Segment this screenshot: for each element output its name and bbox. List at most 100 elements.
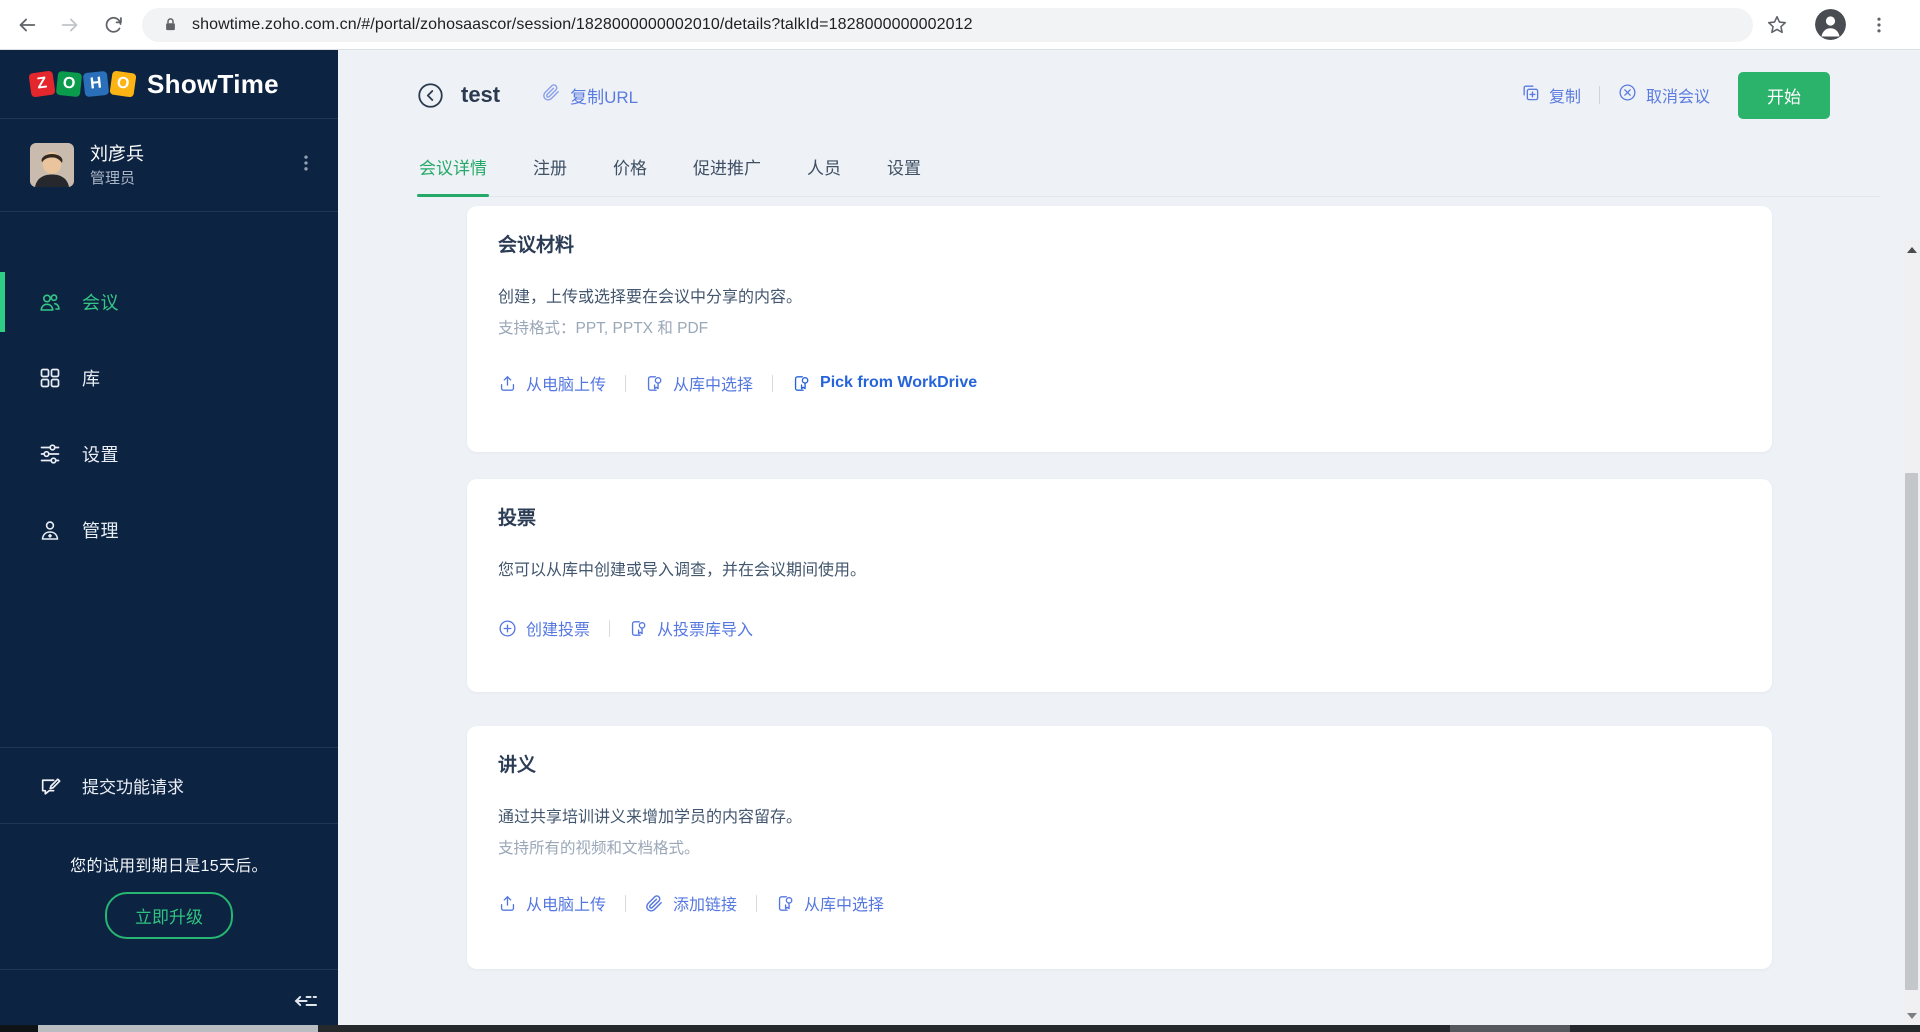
session-title: test: [461, 82, 501, 107]
divider: [1598, 86, 1600, 104]
copy-url-link[interactable]: 复制URL: [542, 83, 638, 108]
brand-logo[interactable]: Z O H O ShowTime: [0, 50, 338, 118]
cancel-session-button[interactable]: 取消会议: [1618, 83, 1710, 107]
plus-circle-icon: [498, 619, 517, 638]
sidebar-item-label: 管理: [82, 521, 119, 541]
sidebar-item-settings[interactable]: 设置: [0, 416, 338, 492]
card-title: 投票: [498, 508, 537, 529]
library-pick-icon: [645, 374, 664, 393]
card-actions: 从电脑上传 从库中选择 Pick from WorkDrive: [498, 371, 1732, 395]
upgrade-button[interactable]: 立即升级: [105, 892, 233, 939]
horizontal-scrollbar-segment: [1450, 1025, 1570, 1032]
duplicate-label: 复制: [1548, 89, 1581, 106]
horizontal-scrollbar[interactable]: [0, 1025, 1920, 1032]
sidebar-item-meetings[interactable]: 会议: [0, 264, 338, 340]
tab-session-details[interactable]: 会议详情: [417, 144, 489, 197]
session-tabs: 会议详情 注册 价格 促进推广 人员 设置: [417, 144, 1880, 197]
card-title: 讲义: [498, 755, 537, 776]
card-description: 通过共享培训讲义来增加学员的内容留存。: [498, 809, 803, 826]
library-grid-icon: [38, 366, 62, 390]
user-avatar: [30, 143, 74, 187]
pick-from-workdrive-link[interactable]: Pick from WorkDrive: [792, 374, 977, 393]
zoho-block-o2: O: [109, 70, 137, 98]
tab-people[interactable]: 人员: [805, 144, 843, 196]
horizontal-scrollbar-thumb[interactable]: [38, 1025, 318, 1032]
screen: showtime.zoho.com.cn/#/portal/zohosaasco…: [0, 0, 1920, 1032]
zoho-logo-icon: Z O H O: [28, 70, 137, 98]
start-button[interactable]: 开始: [1738, 71, 1830, 119]
vertical-scrollbar[interactable]: [1903, 240, 1920, 1026]
sidebar-nav: 会议 库 设置 管理: [0, 212, 338, 568]
copy-url-label: 复制URL: [570, 87, 639, 107]
trial-expiry-text: 您的试用到期日是15天后。: [70, 858, 268, 875]
link-label: Pick from WorkDrive: [820, 374, 978, 391]
upload-icon: [498, 894, 517, 913]
library-pick-icon: [776, 894, 795, 913]
paperclip-icon: [542, 83, 561, 107]
upload-from-computer-link[interactable]: 从电脑上传: [498, 891, 606, 915]
divider: [625, 894, 627, 912]
browser-reload-icon[interactable]: [101, 13, 125, 37]
tab-promotion[interactable]: 促进推广: [691, 144, 763, 196]
upload-from-computer-link[interactable]: 从电脑上传: [498, 371, 606, 395]
sidebar-item-label: 设置: [82, 445, 119, 465]
user-meta: 刘彦兵 管理员: [90, 141, 296, 188]
copy-icon: [1521, 83, 1540, 107]
feature-request-button[interactable]: 提交功能请求: [0, 748, 338, 823]
tab-registration[interactable]: 注册: [531, 144, 569, 196]
browser-forward-icon[interactable]: [58, 13, 82, 37]
meetings-icon: [38, 290, 62, 314]
sidebar-item-label: 会议: [82, 293, 119, 313]
pick-from-library-link[interactable]: 从库中选择: [776, 891, 884, 915]
import-from-poll-library-link[interactable]: 从投票库导入: [629, 616, 753, 640]
scroll-up-arrow[interactable]: [1903, 242, 1920, 258]
back-icon[interactable]: [417, 82, 444, 109]
settings-sliders-icon: [38, 442, 62, 466]
card-actions: 从电脑上传 添加链接 从库中选择: [498, 891, 1732, 915]
trial-info: 您的试用到期日是15天后。 立即升级: [0, 824, 338, 969]
pick-from-library-link[interactable]: 从库中选择: [645, 371, 753, 395]
divider: [772, 374, 774, 392]
tab-pricing[interactable]: 价格: [611, 144, 649, 196]
url-text[interactable]: showtime.zoho.com.cn/#/portal/zohosaasco…: [192, 16, 973, 34]
sidebar-item-admin[interactable]: 管理: [0, 492, 338, 568]
vertical-scrollbar-thumb[interactable]: [1905, 473, 1918, 990]
divider: [756, 894, 758, 912]
browser-back-icon[interactable]: [15, 13, 39, 37]
collapse-sidebar-icon[interactable]: [290, 985, 322, 1017]
paperclip-icon: [645, 894, 664, 913]
add-link-link[interactable]: 添加链接: [645, 891, 737, 915]
tab-settings[interactable]: 设置: [885, 144, 923, 196]
card-handouts: 讲义 通过共享培训讲义来增加学员的内容留存。 支持所有的视频和文档格式。 从电脑…: [467, 726, 1772, 969]
card-description: 您可以从库中创建或导入调查，并在会议期间使用。: [498, 562, 867, 579]
link-label: 从库中选择: [804, 897, 885, 914]
card-description: 创建，上传或选择要在会议中分享的内容。: [498, 289, 803, 306]
cancel-circle-icon: [1618, 83, 1637, 107]
feedback-chat-icon: [38, 774, 62, 798]
scroll-down-arrow[interactable]: [1903, 1008, 1920, 1024]
zoho-block-o1: O: [55, 70, 83, 98]
brand-name: ShowTime: [147, 68, 279, 99]
library-pick-icon: [629, 619, 648, 638]
browser-profile-icon[interactable]: [1815, 9, 1846, 40]
sidebar-footer: [0, 970, 338, 1032]
user-menu-icon[interactable]: [296, 153, 316, 178]
upload-icon: [498, 374, 517, 393]
create-poll-link[interactable]: 创建投票: [498, 616, 590, 640]
user-name: 刘彦兵: [90, 144, 144, 165]
browser-menu-icon[interactable]: [1867, 13, 1891, 37]
admin-person-icon: [38, 518, 62, 542]
sidebar-item-library[interactable]: 库: [0, 340, 338, 416]
sidebar: Z O H O ShowTime 刘彦兵 管理员 会议 库 设置 管理 提交功能…: [0, 50, 338, 1032]
user-profile[interactable]: 刘彦兵 管理员: [0, 119, 338, 211]
bookmark-star-icon[interactable]: [1765, 13, 1789, 37]
card-materials: 会议材料 创建，上传或选择要在会议中分享的内容。 支持格式：PPT, PPTX …: [467, 206, 1772, 452]
address-bar[interactable]: showtime.zoho.com.cn/#/portal/zohosaasco…: [142, 7, 1753, 42]
user-role: 管理员: [90, 169, 136, 187]
link-label: 从库中选择: [673, 377, 754, 394]
feature-request-label: 提交功能请求: [82, 778, 184, 797]
divider: [625, 374, 627, 392]
duplicate-session-button[interactable]: 复制: [1521, 83, 1581, 107]
cards-area: 会议材料 创建，上传或选择要在会议中分享的内容。 支持格式：PPT, PPTX …: [467, 206, 1772, 969]
